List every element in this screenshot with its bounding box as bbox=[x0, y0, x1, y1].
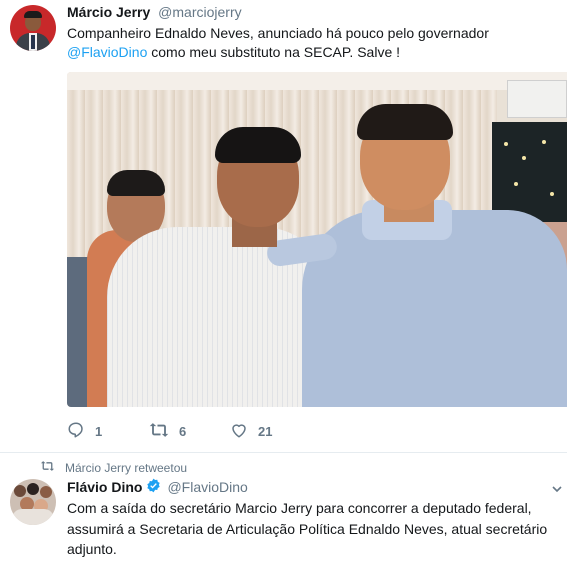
retweet-context-label: Márcio Jerry retweetou bbox=[65, 460, 188, 475]
author-handle[interactable]: @marciojerry bbox=[158, 4, 241, 20]
author-name[interactable]: Márcio Jerry bbox=[67, 4, 150, 20]
tweet-photo[interactable] bbox=[67, 72, 567, 407]
reply-button[interactable]: 1 bbox=[67, 420, 102, 442]
like-count: 21 bbox=[258, 423, 273, 439]
tweet[interactable]: Márcio Jerry @marciojerry Companheiro Ed… bbox=[0, 0, 567, 452]
author-avatar[interactable] bbox=[10, 5, 56, 51]
tweet-text-part: como meu substituto na SECAP. Salve ! bbox=[147, 44, 401, 60]
tweet-header: Márcio Jerry @marciojerry bbox=[67, 4, 242, 20]
like-button[interactable]: 21 bbox=[230, 420, 272, 442]
retweet-icon bbox=[149, 421, 169, 442]
mention-link[interactable]: @FlavioDino bbox=[67, 44, 147, 60]
reply-count: 1 bbox=[95, 423, 103, 439]
tweet-header: Flávio Dino @FlavioDino bbox=[67, 478, 248, 496]
retweet-count: 6 bbox=[179, 423, 187, 439]
avatar-person bbox=[40, 486, 52, 498]
photo-light bbox=[514, 182, 518, 186]
photo-light bbox=[522, 156, 526, 160]
photo-ceiling bbox=[67, 72, 567, 90]
photo-man-right-hair bbox=[357, 104, 453, 140]
photo-light bbox=[504, 142, 508, 146]
photo-man-left-hair bbox=[215, 127, 301, 163]
avatar-person bbox=[14, 485, 26, 497]
retweet-context[interactable]: Márcio Jerry retweetou bbox=[40, 460, 187, 475]
photo-light bbox=[542, 140, 546, 144]
verified-badge-icon bbox=[146, 478, 161, 496]
retweet-button[interactable]: 6 bbox=[149, 420, 186, 442]
tweet-text: Companheiro Ednaldo Neves, anunciado há … bbox=[67, 24, 562, 62]
tweet-actions: 1 6 21 bbox=[67, 420, 367, 442]
tweet-divider bbox=[0, 452, 567, 453]
author-avatar[interactable] bbox=[10, 479, 56, 525]
avatar-person bbox=[27, 483, 39, 495]
tweet-text-part: Companheiro Ednaldo Neves, anunciado há … bbox=[67, 25, 489, 41]
photo-background-man-hair bbox=[107, 170, 165, 196]
tweet-text: Com a saída do secretário Marcio Jerry p… bbox=[67, 500, 548, 557]
author-name[interactable]: Flávio Dino bbox=[67, 479, 142, 495]
heart-icon bbox=[230, 421, 248, 442]
avatar-clothing bbox=[12, 509, 54, 525]
author-handle[interactable]: @FlavioDino bbox=[167, 479, 247, 495]
photo-air-conditioner bbox=[507, 80, 567, 118]
avatar-hair bbox=[24, 11, 42, 18]
reply-icon bbox=[67, 421, 85, 442]
photo-light bbox=[550, 192, 554, 196]
avatar-tie bbox=[31, 35, 35, 49]
retweet-icon bbox=[40, 460, 55, 475]
